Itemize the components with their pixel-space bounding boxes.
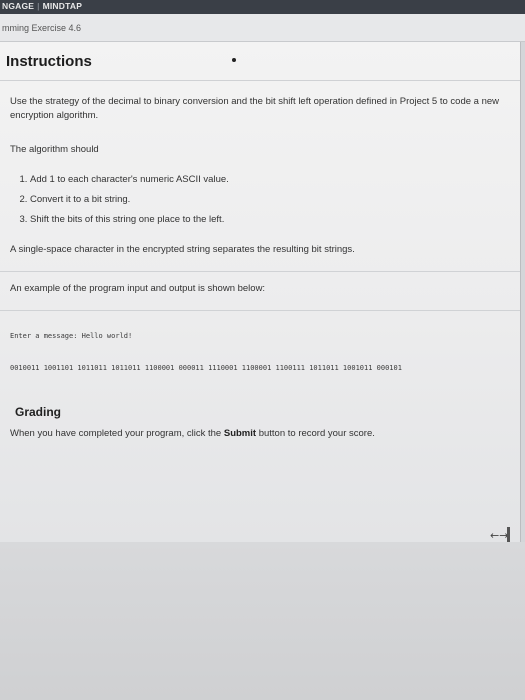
submit-reference: Submit [223, 428, 257, 439]
grading-text-post: button to record your score. [256, 428, 375, 439]
grading-heading: Grading [15, 405, 62, 419]
example-lead: An example of the program input and outp… [10, 283, 266, 294]
section-divider [0, 310, 520, 311]
grading-text-pre: When you have completed your program, cl… [10, 428, 224, 439]
section-divider [0, 271, 520, 272]
algorithm-lead: The algorithm should [10, 144, 99, 155]
panel-title: Instructions [6, 52, 92, 70]
brand-mindtap[interactable]: MINDTAP [43, 1, 83, 11]
separator-note: A single-space character in the encrypte… [10, 244, 355, 255]
brand-cengage[interactable]: NGAGE [2, 1, 34, 11]
app-top-bar: NGAGE | MINDTAP [0, 0, 525, 14]
exercise-title: mming Exercise 4.6 [2, 23, 82, 33]
instructions-panel: Instructions Use the strategy of the dec… [0, 42, 521, 557]
cursor-dot-icon [232, 58, 236, 62]
grading-text: When you have completed your program, cl… [10, 427, 514, 441]
instructions-content: Use the strategy of the decimal to binar… [0, 81, 520, 441]
brand-separator: | [37, 1, 40, 11]
example-output-code: 0010011 1001101 1011011 1011011 1100001 … [10, 364, 402, 372]
exercise-header: mming Exercise 4.6 [0, 14, 525, 42]
step-item: Shift the bits of this string one place … [30, 213, 514, 227]
step-item: Convert it to a bit string. [30, 193, 514, 207]
lower-workspace [0, 542, 525, 700]
algorithm-steps: Add 1 to each character's numeric ASCII … [10, 173, 514, 227]
step-item: Add 1 to each character's numeric ASCII … [30, 173, 514, 187]
resize-arrows-icon[interactable]: ←→ [490, 529, 508, 542]
example-input-code: Enter a message: Hello world! [10, 332, 133, 340]
panel-title-bar: Instructions [0, 42, 520, 81]
intro-paragraph: Use the strategy of the decimal to binar… [10, 96, 500, 121]
